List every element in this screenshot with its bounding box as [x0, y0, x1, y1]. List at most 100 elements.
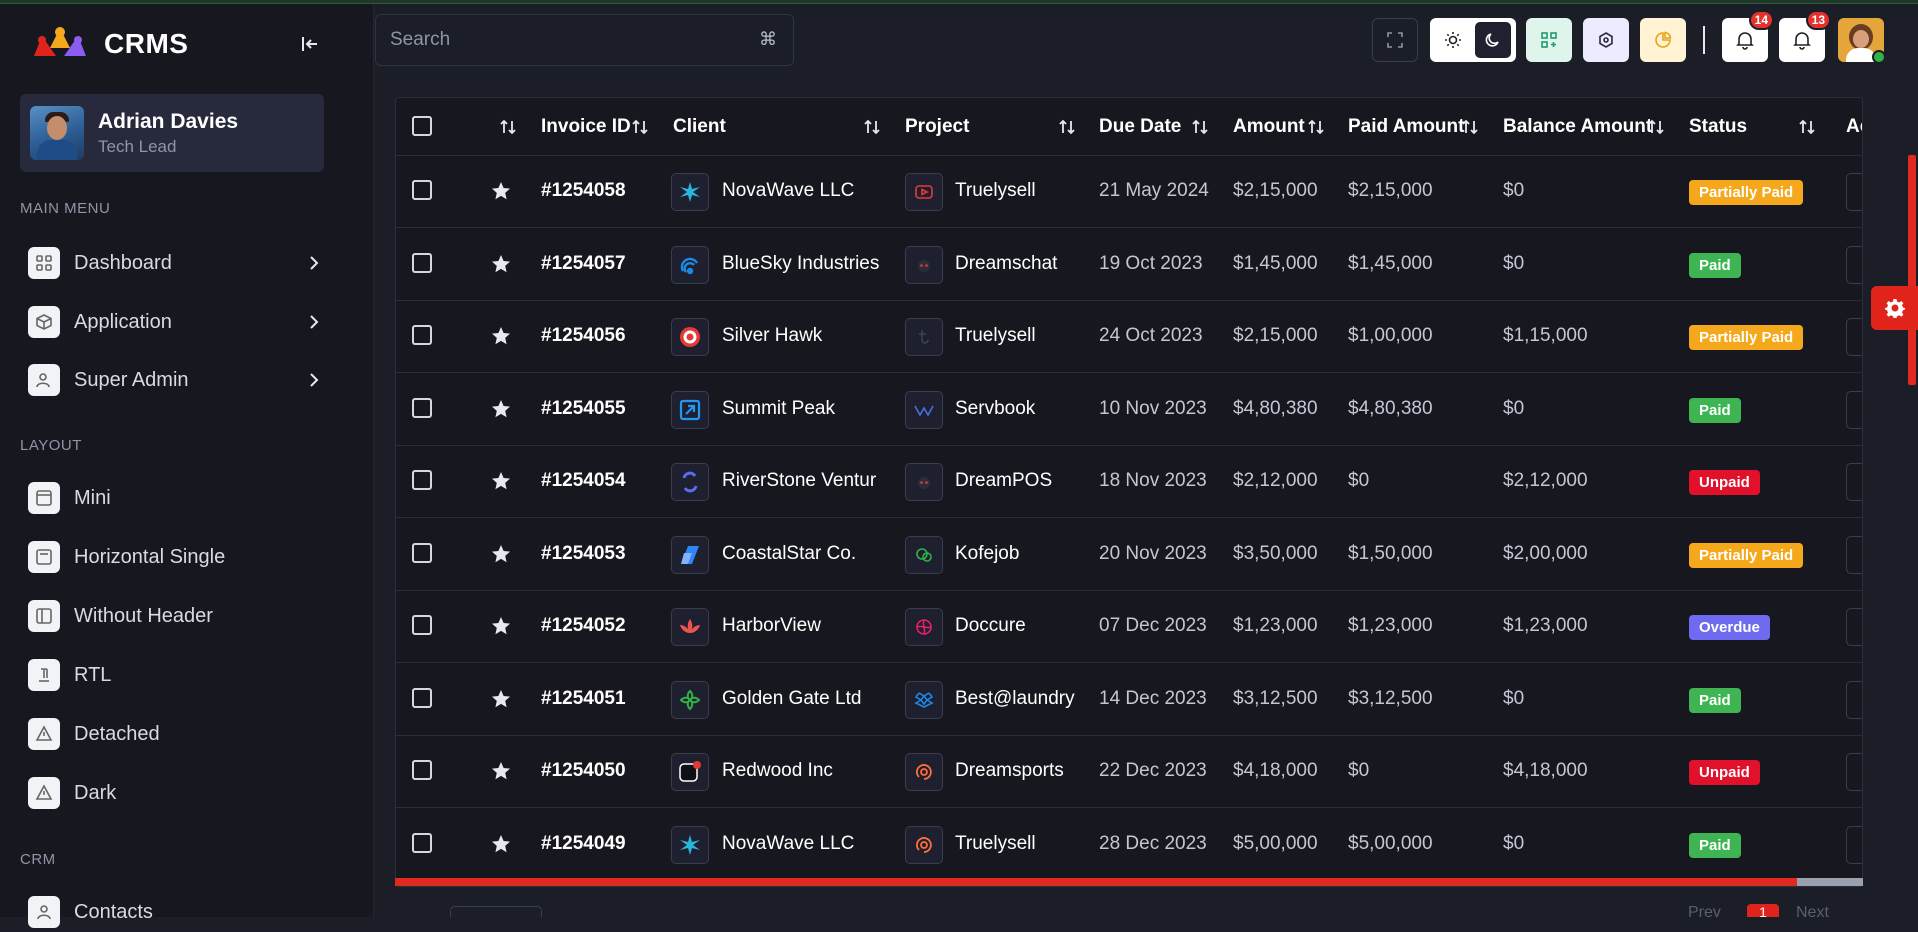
table-row[interactable]: #1254051 Golden Gate Ltd Best@laundry 14 De… — [396, 664, 1862, 736]
invoice-id[interactable]: #1254055 — [541, 398, 626, 420]
project-name[interactable]: Truelysell — [955, 180, 1036, 202]
row-action-button[interactable] — [1846, 390, 1862, 429]
client-name[interactable]: RiverStone Ventur — [722, 470, 876, 492]
messages-button[interactable]: 14 — [1722, 10, 1774, 62]
pager-next[interactable]: Next — [1796, 904, 1829, 922]
row-action-button[interactable] — [1846, 173, 1862, 211]
row-checkbox[interactable] — [412, 760, 432, 780]
sort-icon[interactable] — [1796, 116, 1818, 138]
table-row[interactable]: #1254050 Redwood Inc Dreamsports 22 Dec 202… — [396, 736, 1862, 808]
star-icon[interactable] — [490, 180, 512, 202]
table-row[interactable]: #1254055 Summit Peak Servbook 10 Nov 2023 $4… — [396, 374, 1862, 446]
star-icon[interactable] — [490, 833, 512, 855]
column-header-balance-amount[interactable]: Balance Amount — [1503, 116, 1652, 138]
star-icon[interactable] — [490, 470, 512, 492]
column-header-invoice-id[interactable]: Invoice ID — [541, 116, 631, 138]
star-icon[interactable] — [490, 688, 512, 710]
row-checkbox[interactable] — [412, 397, 432, 418]
client-name[interactable]: Golden Gate Ltd — [722, 688, 861, 710]
nav-item-without-header[interactable]: Without Header — [28, 596, 328, 636]
hexagon-button[interactable] — [1583, 18, 1629, 62]
project-name[interactable]: Servbook — [955, 398, 1035, 420]
sort-icon[interactable] — [1305, 116, 1327, 138]
star-icon[interactable] — [490, 325, 512, 347]
nav-item-super-admin[interactable]: Super Admin — [28, 360, 328, 400]
collapse-sidebar-button[interactable] — [296, 30, 324, 58]
apps-button[interactable] — [1526, 18, 1572, 62]
row-checkbox[interactable] — [412, 687, 432, 708]
rows-per-page-select[interactable] — [450, 906, 542, 917]
row-action-button[interactable] — [1846, 753, 1862, 791]
vertical-scrollbar[interactable] — [1906, 75, 1918, 917]
sort-icon[interactable] — [1189, 116, 1211, 138]
sort-icon[interactable] — [861, 116, 883, 138]
search-bar[interactable]: ⌘ — [375, 14, 794, 66]
invoice-id[interactable]: #1254057 — [541, 253, 626, 275]
project-name[interactable]: Doccure — [955, 615, 1026, 637]
light-mode-button[interactable] — [1432, 18, 1475, 62]
pager-prev[interactable]: Prev — [1688, 904, 1721, 922]
row-action-button[interactable] — [1846, 608, 1862, 646]
project-name[interactable]: Dreamschat — [955, 253, 1057, 275]
column-header-project[interactable]: Project — [905, 116, 969, 138]
project-name[interactable]: Kofejob — [955, 543, 1019, 565]
table-row[interactable]: #1254053 CoastalStar Co. Kofejob 20 Nov 202… — [396, 519, 1862, 591]
project-name[interactable]: Truelysell — [955, 833, 1036, 855]
sort-icon[interactable] — [1645, 116, 1667, 138]
row-checkbox[interactable] — [412, 542, 432, 563]
table-row[interactable]: #1254052 HarborView Doccure 07 Dec 2023 $1,2… — [396, 591, 1862, 663]
row-action-button[interactable] — [1846, 535, 1862, 574]
column-header-amount[interactable]: Amount — [1233, 116, 1305, 138]
sort-icon[interactable] — [497, 116, 519, 138]
search-input[interactable] — [390, 29, 730, 51]
reports-button[interactable] — [1640, 18, 1686, 62]
invoice-id[interactable]: #1254054 — [541, 470, 626, 492]
pager-current-page[interactable]: 1 — [1747, 904, 1779, 920]
client-name[interactable]: Summit Peak — [722, 398, 835, 420]
sort-icon[interactable] — [1056, 116, 1078, 138]
client-name[interactable]: HarborView — [722, 615, 821, 637]
nav-item-detached[interactable]: Detached — [28, 714, 328, 754]
invoice-id[interactable]: #1254051 — [541, 688, 626, 710]
nav-item-application[interactable]: Application — [28, 302, 328, 342]
nav-item-horizontal-single[interactable]: Horizontal Single — [28, 537, 328, 577]
notifications-button[interactable]: 13 — [1779, 10, 1831, 62]
horizontal-scrollbar-thumb[interactable] — [395, 878, 1797, 886]
table-row[interactable]: #1254058 NovaWave LLC Truelysell 21 May 202… — [396, 156, 1862, 228]
client-name[interactable]: BlueSky Industries — [722, 253, 879, 275]
nav-item-contacts[interactable]: Contacts — [28, 892, 328, 932]
nav-item-mini[interactable]: Mini — [28, 478, 328, 518]
row-checkbox[interactable] — [412, 615, 432, 635]
client-name[interactable]: Silver Hawk — [722, 325, 822, 347]
project-name[interactable]: Dreamsports — [955, 760, 1064, 782]
project-name[interactable]: DreamPOS — [955, 470, 1052, 492]
table-row[interactable]: #1254049 NovaWave LLC Truelysell 28 Dec 202… — [396, 809, 1862, 881]
invoice-id[interactable]: #1254049 — [541, 833, 626, 855]
app-logo[interactable]: CRMS — [20, 22, 188, 66]
client-name[interactable]: CoastalStar Co. — [722, 543, 856, 565]
nav-item-dark[interactable]: Dark — [28, 773, 328, 813]
row-checkbox[interactable] — [412, 470, 432, 490]
nav-item-dashboard[interactable]: Dashboard — [28, 243, 328, 283]
invoice-id[interactable]: #1254052 — [541, 615, 626, 637]
row-action-button[interactable] — [1846, 825, 1862, 864]
row-checkbox[interactable] — [412, 325, 432, 345]
nav-item-rtl[interactable]: RTL — [28, 655, 328, 695]
theme-settings-button[interactable] — [1871, 286, 1918, 330]
row-action-button[interactable] — [1846, 463, 1862, 501]
row-checkbox[interactable] — [412, 180, 432, 200]
star-icon[interactable] — [490, 253, 512, 275]
dark-mode-button[interactable] — [1474, 22, 1511, 58]
table-row[interactable]: #1254056 Silver Hawk Truelysell 24 Oct 2023… — [396, 301, 1862, 373]
row-action-button[interactable] — [1846, 318, 1862, 356]
row-action-button[interactable] — [1846, 680, 1862, 719]
star-icon[interactable] — [490, 398, 512, 420]
sort-icon[interactable] — [629, 116, 651, 138]
column-header-status[interactable]: Status — [1689, 116, 1747, 138]
project-name[interactable]: Truelysell — [955, 325, 1036, 347]
invoice-id[interactable]: #1254053 — [541, 543, 626, 565]
column-header-action[interactable]: Ac — [1846, 116, 1862, 138]
row-action-button[interactable] — [1846, 245, 1862, 284]
column-header-due-date[interactable]: Due Date — [1099, 116, 1181, 138]
vertical-scrollbar-thumb[interactable] — [1908, 155, 1916, 385]
